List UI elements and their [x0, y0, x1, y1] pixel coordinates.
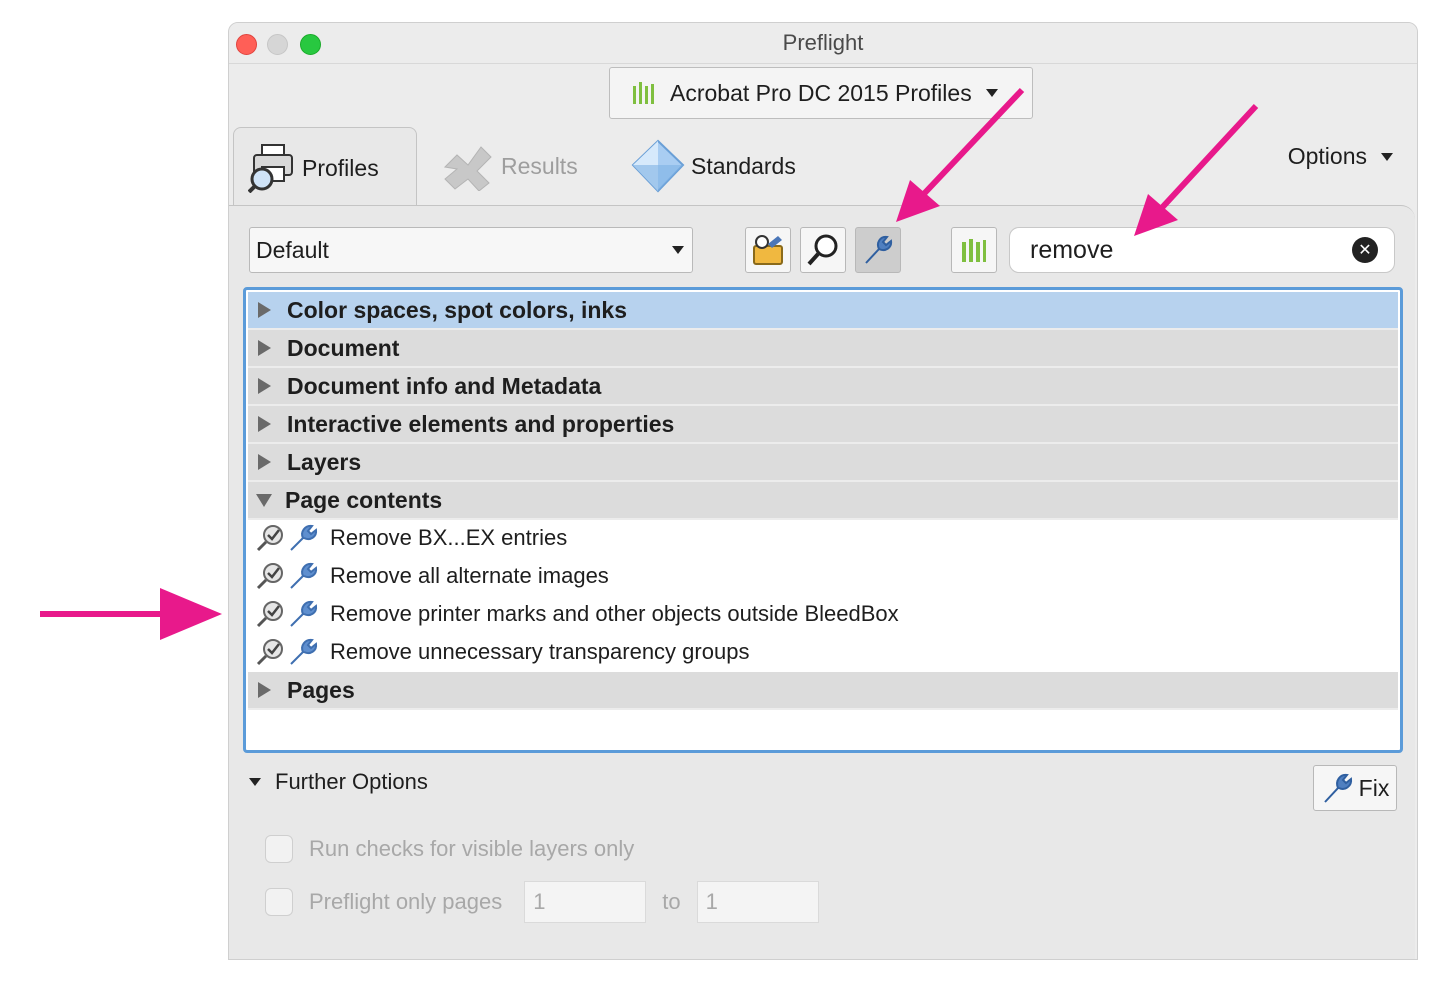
clear-search-icon[interactable]: ✕ — [1352, 237, 1378, 263]
category-row[interactable]: Color spaces, spot colors, inks — [248, 292, 1398, 330]
tab-results[interactable]: Results — [441, 128, 578, 204]
tab-standards-label: Standards — [691, 152, 796, 179]
wrench-icon — [288, 561, 320, 591]
profiles-fixups-icon — [750, 232, 786, 268]
disclosure-triangle-expanded-icon[interactable] — [256, 493, 272, 507]
fixups-list[interactable]: Color spaces, spot colors, inks Document… — [243, 287, 1403, 753]
category-row[interactable]: Page contents — [248, 482, 1398, 520]
profile-category-value: Default — [256, 236, 329, 263]
fixup-item[interactable]: Remove printer marks and other objects o… — [248, 596, 1398, 632]
fixup-label: Remove BX...EX entries — [330, 525, 568, 550]
show-fixups-button[interactable] — [855, 227, 901, 273]
fix-button[interactable]: Fix — [1313, 765, 1397, 811]
tab-results-label: Results — [501, 152, 578, 179]
category-label: Color spaces, spot colors, inks — [287, 296, 627, 323]
profile-set-label: Acrobat Pro DC 2015 Profiles — [670, 79, 972, 106]
category-row[interactable]: Document info and Metadata — [248, 368, 1398, 406]
wrench-icon — [288, 599, 320, 629]
visible-layers-option: Run checks for visible layers only — [265, 835, 634, 863]
pages-range-option: Preflight only pages 1 to 1 — [265, 881, 819, 923]
check-magnifier-icon — [256, 600, 286, 628]
fixup-label: Remove unnecessary transparency groups — [330, 639, 750, 664]
show-checks-button[interactable] — [800, 227, 846, 273]
library-bars-icon — [632, 80, 658, 106]
further-options-label: Further Options — [275, 769, 428, 794]
search-input[interactable]: remove — [1030, 236, 1352, 265]
pages-to-field[interactable]: 1 — [696, 881, 819, 923]
preflight-window: Preflight Acrobat Pro DC 2015 Profiles P… — [228, 22, 1418, 960]
tab-profiles-label: Profiles — [302, 154, 379, 181]
pages-to-label: to — [662, 889, 681, 914]
further-options-toggle[interactable]: Further Options — [249, 769, 428, 795]
results-cross-icon — [441, 141, 495, 191]
fixup-item[interactable]: Remove all alternate images — [248, 558, 1398, 594]
disclosure-triangle-icon[interactable] — [258, 378, 271, 394]
disclosure-triangle-icon[interactable] — [258, 416, 271, 432]
fixup-label: Remove printer marks and other objects o… — [330, 601, 899, 626]
printer-magnifier-icon — [248, 143, 296, 193]
profile-set-dropdown[interactable]: Acrobat Pro DC 2015 Profiles — [609, 67, 1033, 119]
chevron-down-icon — [985, 89, 998, 97]
disclosure-triangle-icon[interactable] — [258, 454, 271, 470]
pages-range-checkbox[interactable] — [265, 888, 293, 916]
wrench-icon — [288, 637, 320, 667]
library-bars-icon — [960, 236, 988, 264]
check-magnifier-icon — [256, 524, 286, 552]
wrench-icon — [1321, 771, 1355, 805]
category-row[interactable]: Layers — [248, 444, 1398, 482]
fixup-item[interactable]: Remove BX...EX entries — [248, 520, 1398, 556]
chevron-down-icon — [1381, 152, 1393, 161]
tab-standards[interactable]: Standards — [631, 128, 796, 204]
checks-magnifier-icon — [806, 233, 840, 267]
category-label: Interactive elements and properties — [287, 410, 675, 437]
category-label: Page contents — [285, 486, 443, 513]
fix-button-label: Fix — [1358, 774, 1390, 801]
profile-category-select[interactable]: Default — [249, 227, 693, 273]
window-title: Preflight — [782, 30, 864, 55]
category-row[interactable]: Document — [248, 330, 1398, 368]
category-label: Layers — [287, 448, 362, 475]
check-magnifier-icon — [256, 562, 286, 590]
wrench-icon — [288, 523, 320, 553]
disclosure-triangle-icon[interactable] — [258, 682, 271, 698]
tab-bar: Profiles Results Standards — [229, 123, 1417, 208]
fixups-wrench-icon — [861, 233, 895, 267]
disclosure-triangle-icon[interactable] — [258, 302, 271, 318]
annotation-arrow — [40, 588, 222, 640]
profile-library-button[interactable] — [951, 227, 997, 273]
options-menu[interactable]: Options — [1288, 143, 1393, 170]
visible-layers-checkbox[interactable] — [265, 835, 293, 863]
disclosure-triangle-icon[interactable] — [258, 340, 271, 356]
check-magnifier-icon — [256, 638, 286, 666]
options-label: Options — [1287, 143, 1367, 169]
chevron-down-icon — [672, 246, 684, 254]
fixup-item[interactable]: Remove unnecessary transparency groups — [248, 634, 1398, 670]
pages-range-label: Preflight only pages — [309, 889, 503, 914]
pages-from-field[interactable]: 1 — [524, 881, 647, 923]
fixup-label: Remove all alternate images — [330, 563, 609, 588]
title-bar: Preflight — [229, 23, 1417, 64]
category-row[interactable]: Pages — [248, 672, 1398, 710]
visible-layers-label: Run checks for visible layers only — [309, 836, 635, 861]
search-field[interactable]: remove ✕ — [1009, 227, 1395, 273]
diamond-icon — [631, 139, 685, 193]
category-label: Document info and Metadata — [287, 372, 602, 399]
tab-profiles[interactable]: Profiles — [233, 127, 417, 208]
chevron-down-icon — [249, 778, 261, 786]
category-label: Pages — [287, 676, 355, 703]
category-row[interactable]: Interactive elements and properties — [248, 406, 1398, 444]
show-profiles-button[interactable] — [745, 227, 791, 273]
category-label: Document — [287, 334, 400, 361]
